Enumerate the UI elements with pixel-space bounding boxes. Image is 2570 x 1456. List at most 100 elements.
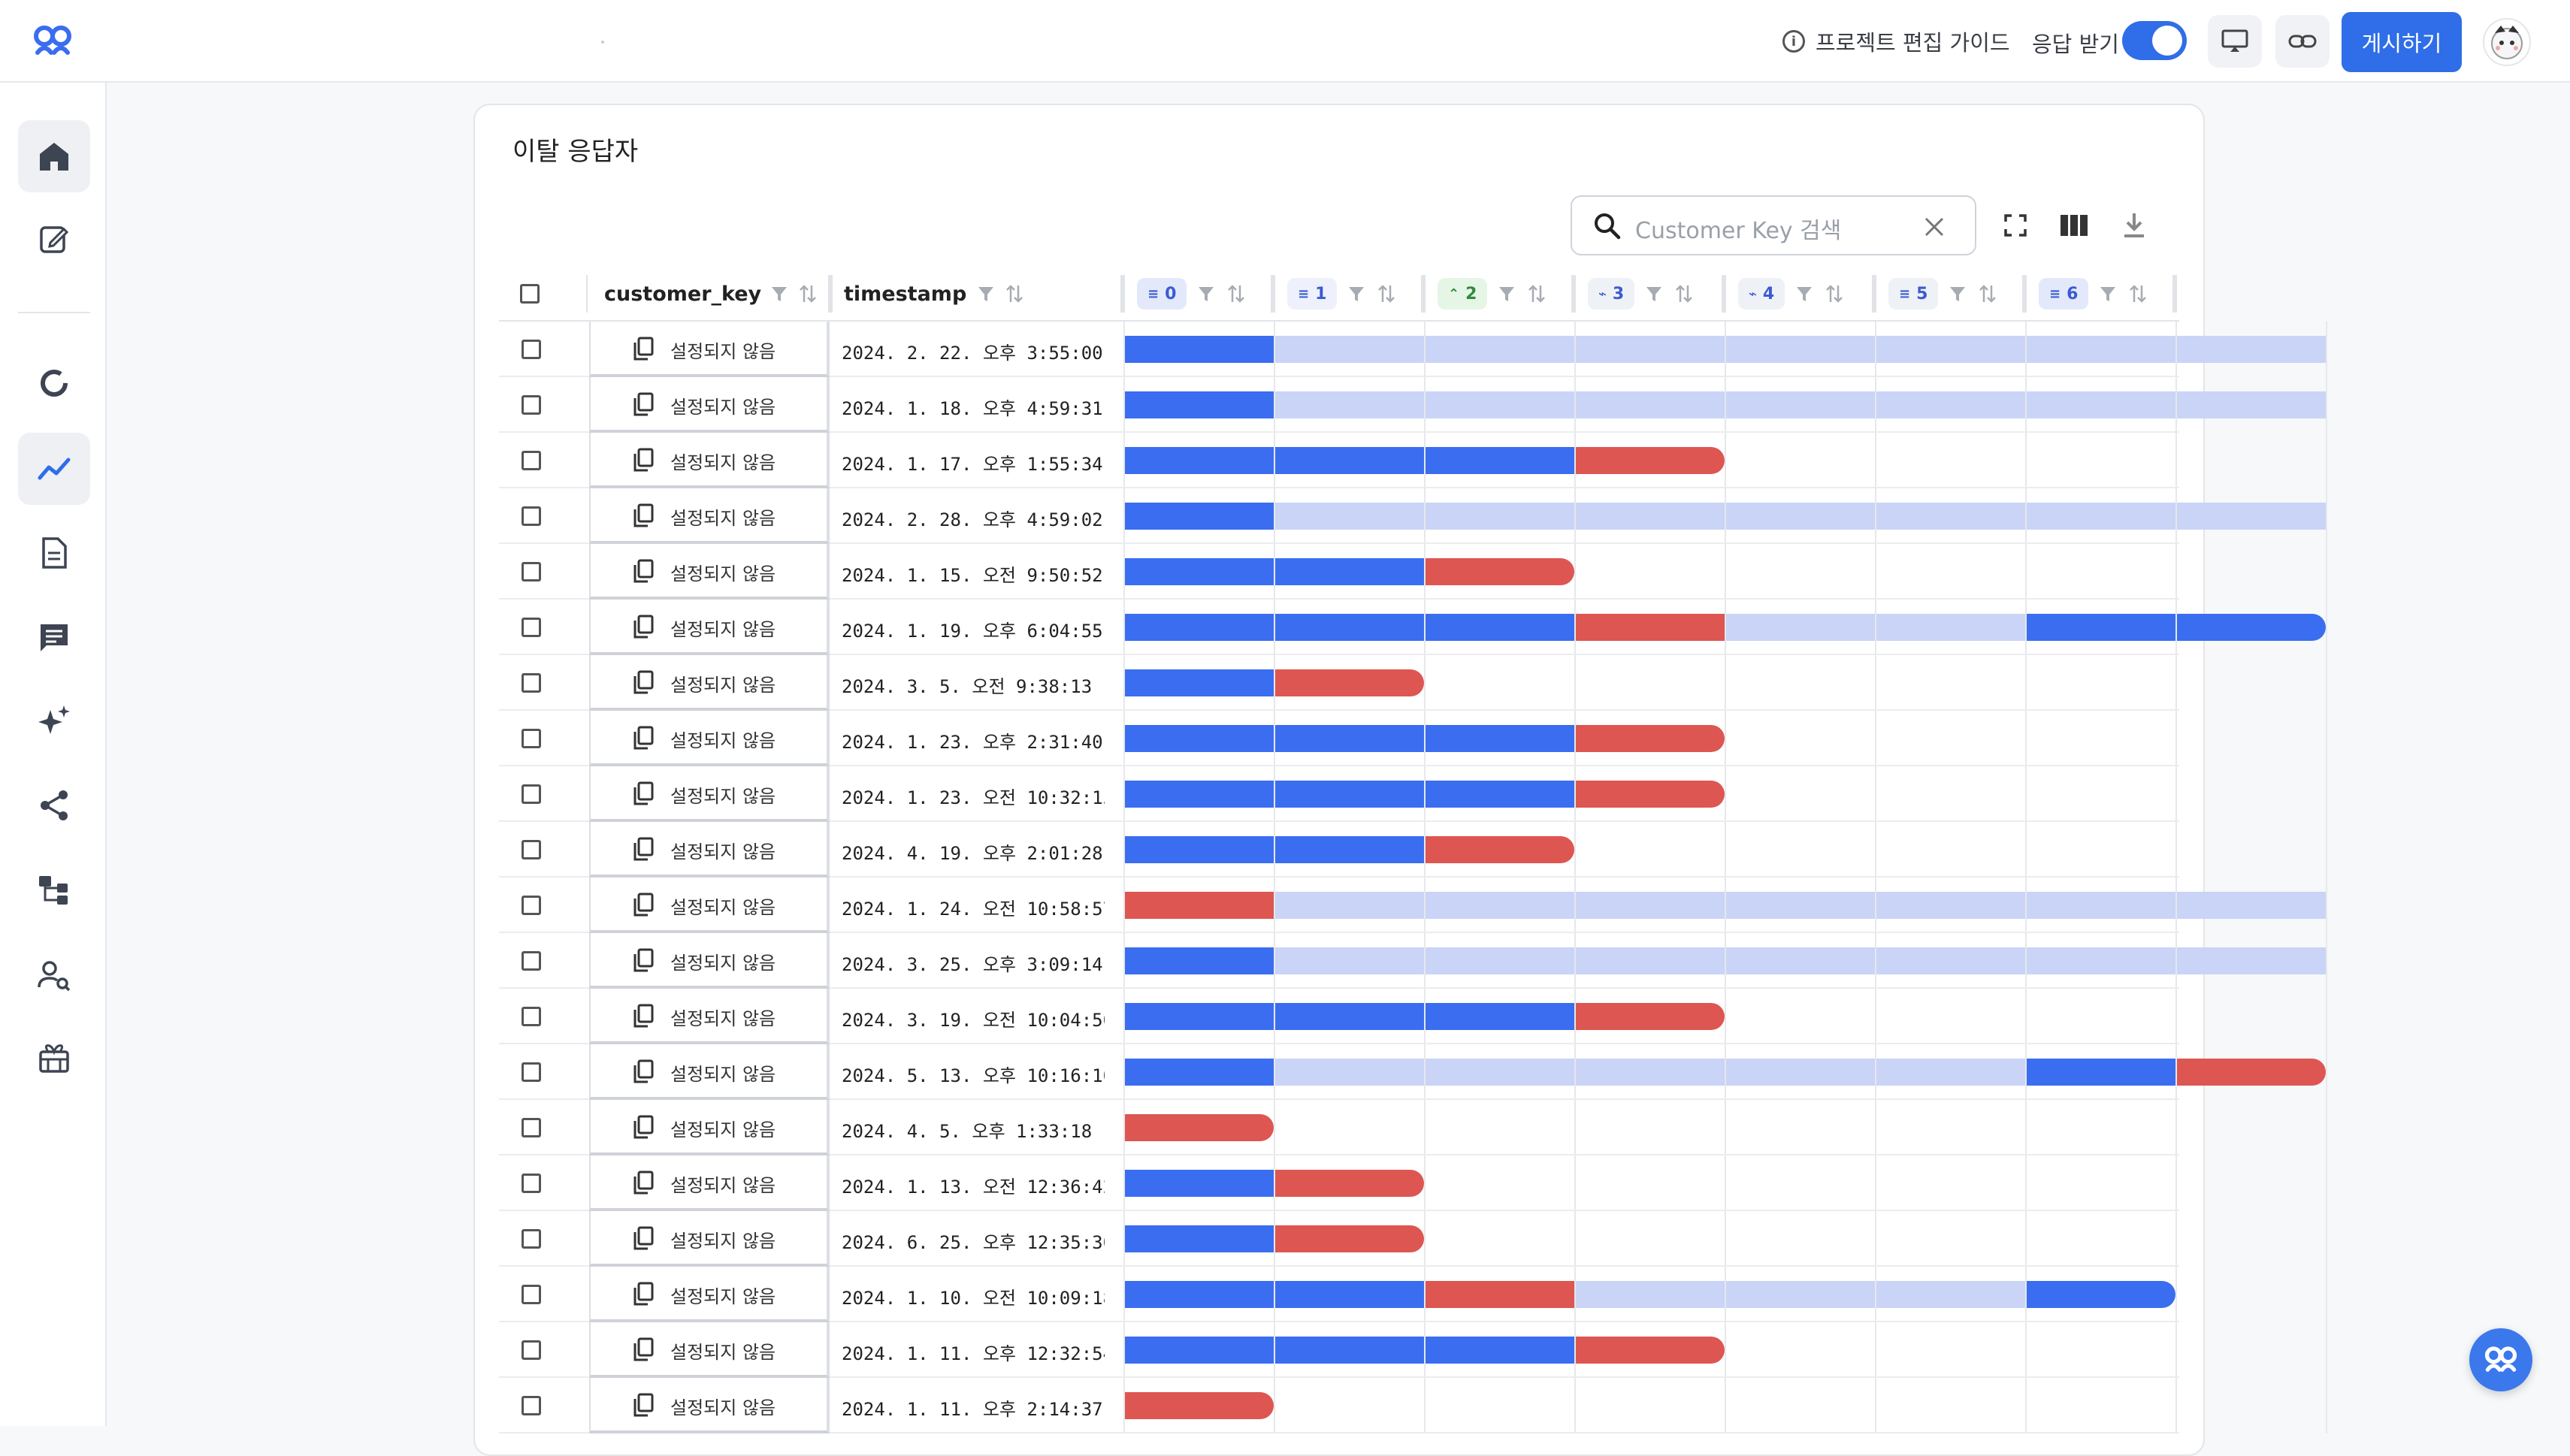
copy-icon[interactable] <box>633 559 654 583</box>
sort-icon[interactable] <box>1825 284 1843 304</box>
clear-search-icon[interactable] <box>1924 216 1945 237</box>
sidebar-item-rewards[interactable] <box>18 1022 90 1094</box>
copy-icon[interactable] <box>633 893 654 917</box>
filter-icon[interactable] <box>977 285 995 303</box>
sidebar-item-overview[interactable] <box>18 347 90 419</box>
customer-key-cell[interactable]: 설정되지 않음 <box>589 1378 830 1433</box>
table-row[interactable]: 설정되지 않음 2024. 1. 17. 오후 1:55:34 <box>499 433 2179 488</box>
row-checkbox[interactable] <box>522 1285 541 1304</box>
customer-key-cell[interactable]: 설정되지 않음 <box>589 1267 830 1322</box>
copy-icon[interactable] <box>633 1282 654 1306</box>
column-header-step-5[interactable]: ≡ 5 <box>1888 267 1997 320</box>
columns-button[interactable] <box>2053 204 2095 246</box>
copy-icon[interactable] <box>633 726 654 750</box>
table-row[interactable]: 설정되지 않음 2024. 1. 18. 오후 4:59:31 <box>499 377 2326 433</box>
column-header-customer-key[interactable]: customer_key <box>604 267 817 320</box>
copy-icon[interactable] <box>633 1393 654 1417</box>
response-toggle[interactable] <box>2122 21 2187 60</box>
row-checkbox[interactable] <box>522 673 541 693</box>
row-checkbox[interactable] <box>522 1174 541 1193</box>
floating-help-button[interactable] <box>2469 1328 2532 1391</box>
filter-icon[interactable] <box>1498 285 1516 303</box>
customer-key-cell[interactable]: 설정되지 않음 <box>589 544 830 600</box>
copy-link-button[interactable] <box>2275 15 2330 68</box>
copy-icon[interactable] <box>633 837 654 861</box>
customer-key-cell[interactable]: 설정되지 않음 <box>589 377 830 433</box>
table-row[interactable]: 설정되지 않음 2024. 4. 5. 오후 1:33:18 <box>499 1100 2179 1155</box>
row-checkbox[interactable] <box>522 1007 541 1026</box>
column-header-step-3[interactable]: ⌁ 3 <box>1588 267 1693 320</box>
sidebar-item-respondents[interactable] <box>18 939 90 1011</box>
table-row[interactable]: 설정되지 않음 2024. 3. 5. 오전 9:38:13 <box>499 655 2179 711</box>
sidebar-item-flow[interactable] <box>18 853 90 926</box>
sidebar-item-home[interactable] <box>18 120 90 192</box>
table-row[interactable]: 설정되지 않음 2024. 1. 13. 오전 12:36:42 <box>499 1155 2179 1211</box>
sidebar-item-analysis[interactable] <box>18 433 90 505</box>
row-checkbox[interactable] <box>522 1340 541 1360</box>
sidebar-item-share[interactable] <box>18 769 90 841</box>
sort-icon[interactable] <box>1979 284 1997 304</box>
row-checkbox[interactable] <box>522 618 541 637</box>
filter-icon[interactable] <box>2099 285 2117 303</box>
filter-icon[interactable] <box>770 285 788 303</box>
column-header-timestamp[interactable]: timestamp <box>844 267 1023 320</box>
table-row[interactable]: 설정되지 않음 2024. 1. 23. 오전 10:32:15 <box>499 766 2179 822</box>
row-checkbox[interactable] <box>522 1229 541 1249</box>
copy-icon[interactable] <box>633 1171 654 1195</box>
table-row[interactable]: 설정되지 않음 2024. 1. 11. 오후 2:14:37 <box>499 1378 2179 1433</box>
customer-key-cell[interactable]: 설정되지 않음 <box>589 1211 830 1267</box>
row-checkbox[interactable] <box>522 840 541 859</box>
copy-icon[interactable] <box>633 337 654 361</box>
copy-icon[interactable] <box>633 392 654 416</box>
copy-icon[interactable] <box>633 448 654 472</box>
table-row[interactable]: 설정되지 않음 2024. 3. 19. 오전 10:04:50 <box>499 989 2179 1044</box>
column-header-step-6[interactable]: ≡ 6 <box>2039 267 2147 320</box>
customer-key-cell[interactable]: 설정되지 않음 <box>589 711 830 766</box>
copy-icon[interactable] <box>633 1115 654 1139</box>
customer-key-cell[interactable]: 설정되지 않음 <box>589 433 830 488</box>
customer-key-cell[interactable]: 설정되지 않음 <box>589 878 830 933</box>
table-row[interactable]: 설정되지 않음 2024. 1. 23. 오후 2:31:40 <box>499 711 2179 766</box>
table-row[interactable]: 설정되지 않음 2024. 1. 19. 오후 6:04:55 <box>499 600 2326 655</box>
row-checkbox[interactable] <box>522 1062 541 1082</box>
table-row[interactable]: 설정되지 않음 2024. 2. 28. 오후 4:59:02 <box>499 488 2326 544</box>
download-button[interactable] <box>2113 204 2155 246</box>
sidebar-item-ai[interactable] <box>18 685 90 757</box>
sidebar-item-report[interactable] <box>18 517 90 589</box>
user-avatar[interactable] <box>2483 18 2531 66</box>
copy-icon[interactable] <box>633 670 654 694</box>
column-header-step-4[interactable]: ⌁ 4 <box>1738 267 1843 320</box>
customer-key-cell[interactable]: 설정되지 않음 <box>589 488 830 544</box>
copy-icon[interactable] <box>633 1226 654 1250</box>
customer-key-cell[interactable]: 설정되지 않음 <box>589 1100 830 1155</box>
sort-icon[interactable] <box>1675 284 1693 304</box>
sort-icon[interactable] <box>2129 284 2147 304</box>
preview-button[interactable] <box>2208 15 2262 68</box>
table-row[interactable]: 설정되지 않음 2024. 4. 19. 오후 2:01:28 <box>499 822 2179 878</box>
filter-icon[interactable] <box>1795 285 1813 303</box>
filter-icon[interactable] <box>1197 285 1215 303</box>
row-checkbox[interactable] <box>522 506 541 526</box>
row-checkbox[interactable] <box>522 562 541 581</box>
column-header-step-2[interactable]: ⌃ 2 <box>1438 267 1546 320</box>
customer-key-cell[interactable]: 설정되지 않음 <box>589 1044 830 1100</box>
table-row[interactable]: 설정되지 않음 2024. 1. 15. 오전 9:50:52 <box>499 544 2179 600</box>
row-checkbox[interactable] <box>522 951 541 971</box>
customer-key-cell[interactable]: 설정되지 않음 <box>589 655 830 711</box>
copy-icon[interactable] <box>633 781 654 805</box>
table-row[interactable]: 설정되지 않음 2024. 2. 22. 오후 3:55:00 <box>499 322 2326 377</box>
customer-key-cell[interactable]: 설정되지 않음 <box>589 989 830 1044</box>
filter-icon[interactable] <box>1645 285 1663 303</box>
copy-icon[interactable] <box>633 615 654 639</box>
copy-icon[interactable] <box>633 1337 654 1361</box>
copy-icon[interactable] <box>633 948 654 972</box>
customer-key-cell[interactable]: 설정되지 않음 <box>589 322 830 377</box>
table-row[interactable]: 설정되지 않음 2024. 5. 13. 오후 10:16:10 <box>499 1044 2326 1100</box>
publish-button[interactable]: 게시하기 <box>2342 12 2462 72</box>
column-header-step-0[interactable]: ≡ 0 <box>1137 267 1245 320</box>
customer-key-cell[interactable]: 설정되지 않음 <box>589 600 830 655</box>
sort-icon[interactable] <box>1005 284 1023 304</box>
customer-key-cell[interactable]: 설정되지 않음 <box>589 822 830 878</box>
row-checkbox[interactable] <box>522 784 541 804</box>
copy-icon[interactable] <box>633 503 654 527</box>
